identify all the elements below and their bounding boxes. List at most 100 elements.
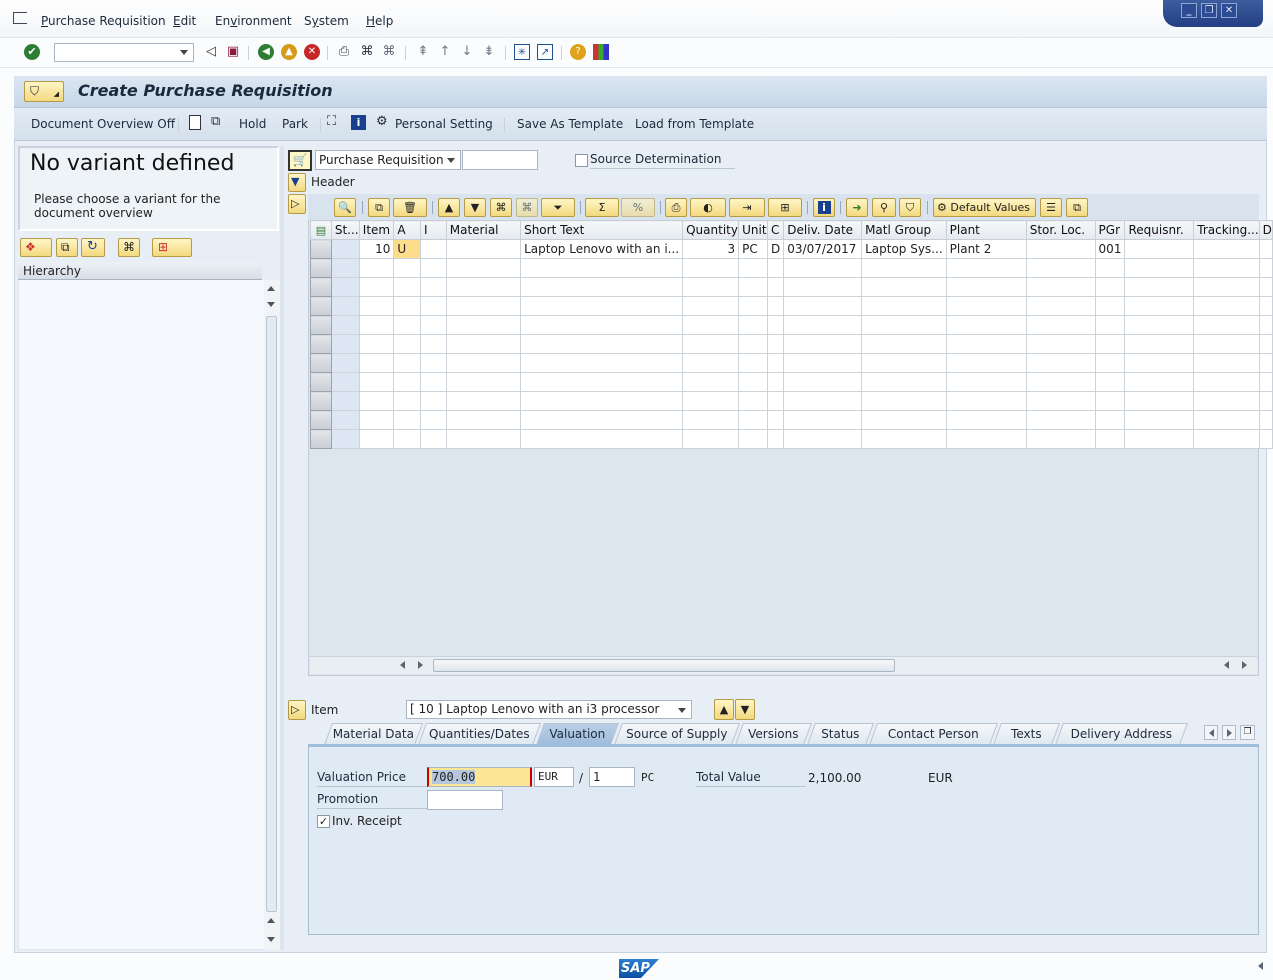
table-cell[interactable] bbox=[1258, 334, 1273, 354]
table-cell[interactable] bbox=[358, 410, 395, 430]
table-cell[interactable] bbox=[945, 296, 1027, 316]
table-cell[interactable] bbox=[445, 353, 522, 373]
row-selector[interactable] bbox=[310, 429, 332, 449]
table-cell[interactable] bbox=[783, 353, 863, 373]
table-cell[interactable] bbox=[1025, 258, 1096, 278]
table-cell[interactable] bbox=[1094, 315, 1126, 335]
table-cell[interactable]: 10 bbox=[358, 239, 395, 259]
tab-list-button[interactable]: ❐ bbox=[1240, 725, 1255, 740]
table-cell[interactable]: 3 bbox=[682, 239, 740, 259]
table-cell[interactable]: Plant 2 bbox=[945, 239, 1027, 259]
table-cell[interactable] bbox=[783, 315, 863, 335]
table-cell[interactable] bbox=[520, 258, 684, 278]
table-cell[interactable] bbox=[1193, 239, 1260, 259]
table-cell[interactable] bbox=[783, 410, 863, 430]
table-cell[interactable] bbox=[445, 296, 522, 316]
row-selector[interactable] bbox=[310, 315, 332, 335]
tab-quantities-dates[interactable]: Quantities/Dates bbox=[417, 723, 542, 745]
table-cell[interactable] bbox=[445, 429, 522, 449]
table-cell[interactable] bbox=[1193, 258, 1260, 278]
table-cell[interactable] bbox=[783, 391, 863, 411]
table-cell[interactable] bbox=[1124, 410, 1195, 430]
load-from-template-button[interactable]: Load from Template bbox=[635, 117, 754, 131]
column-header[interactable]: Quantity bbox=[682, 220, 740, 240]
grid-horizontal-scrollbar[interactable] bbox=[310, 656, 1257, 674]
table-cell[interactable] bbox=[420, 391, 447, 411]
save-as-template-button[interactable]: Save As Template bbox=[517, 117, 623, 131]
column-header[interactable]: Unit bbox=[738, 220, 769, 240]
table-cell[interactable] bbox=[420, 258, 447, 278]
table-cell[interactable] bbox=[738, 277, 769, 297]
table-cell[interactable] bbox=[520, 277, 684, 297]
table-cell[interactable] bbox=[738, 353, 769, 373]
tab-valuation[interactable]: Valuation bbox=[535, 723, 620, 745]
info-button[interactable]: i bbox=[813, 198, 835, 217]
scroll-up-icon[interactable] bbox=[267, 286, 275, 291]
table-cell[interactable] bbox=[1094, 334, 1126, 354]
back-icon[interactable]: ◁ bbox=[203, 44, 219, 60]
table-cell[interactable] bbox=[330, 410, 360, 430]
table-row[interactable] bbox=[310, 372, 1273, 392]
table-cell[interactable]: D bbox=[767, 239, 785, 259]
table-cell[interactable] bbox=[1258, 391, 1273, 411]
table-cell[interactable] bbox=[1025, 410, 1096, 430]
table-cell[interactable] bbox=[1094, 353, 1126, 373]
scroll-thumb[interactable] bbox=[266, 316, 277, 912]
table-cell[interactable] bbox=[1124, 353, 1195, 373]
tab-scroll-right-button[interactable] bbox=[1222, 725, 1236, 740]
table-cell[interactable] bbox=[520, 353, 684, 373]
table-cell[interactable] bbox=[1025, 353, 1096, 373]
table-cell[interactable] bbox=[861, 353, 947, 373]
table-cell[interactable] bbox=[783, 372, 863, 392]
table-cell[interactable] bbox=[520, 391, 684, 411]
table-cell[interactable] bbox=[393, 277, 422, 297]
table-cell[interactable] bbox=[861, 391, 947, 411]
row-selector[interactable] bbox=[310, 296, 332, 316]
table-cell[interactable] bbox=[945, 334, 1027, 354]
table-row[interactable] bbox=[310, 296, 1273, 316]
table-cell[interactable] bbox=[420, 277, 447, 297]
table-cell[interactable] bbox=[1025, 296, 1096, 316]
table-cell[interactable] bbox=[445, 258, 522, 278]
sum-button[interactable]: Σ bbox=[585, 198, 619, 217]
restore-button[interactable]: ❐ bbox=[1201, 3, 1217, 18]
table-cell[interactable] bbox=[1124, 296, 1195, 316]
find-icon[interactable]: ⌘ bbox=[359, 44, 375, 60]
subtotal-button[interactable]: % bbox=[621, 198, 655, 217]
table-cell[interactable] bbox=[767, 258, 785, 278]
table-cell[interactable] bbox=[393, 391, 422, 411]
info-icon[interactable]: i bbox=[351, 115, 366, 130]
table-cell[interactable] bbox=[520, 296, 684, 316]
other-document-icon[interactable]: ⛶ bbox=[327, 114, 336, 129]
table-cell[interactable] bbox=[330, 372, 360, 392]
table-cell[interactable] bbox=[783, 334, 863, 354]
table-cell[interactable] bbox=[682, 391, 740, 411]
column-header[interactable]: St... bbox=[330, 220, 360, 240]
tab-contact-person[interactable]: Contact Person bbox=[868, 723, 999, 745]
scroll-left-icon[interactable] bbox=[400, 661, 405, 669]
table-cell[interactable] bbox=[358, 296, 395, 316]
table-cell[interactable] bbox=[420, 315, 447, 335]
row-selector[interactable] bbox=[310, 334, 332, 354]
default-values-button[interactable]: ⚙ Default Values bbox=[933, 198, 1036, 217]
selection-variant-button[interactable]: ❖ bbox=[20, 238, 52, 257]
table-cell[interactable] bbox=[520, 410, 684, 430]
price-unit-input[interactable]: 1 bbox=[589, 767, 635, 787]
table-cell[interactable] bbox=[861, 410, 947, 430]
hierarchy-column-header[interactable]: Hierarchy bbox=[18, 262, 262, 280]
table-cell[interactable] bbox=[1124, 429, 1195, 449]
table-cell[interactable] bbox=[861, 296, 947, 316]
table-cell[interactable] bbox=[1258, 429, 1273, 449]
table-cell[interactable] bbox=[420, 239, 447, 259]
delete-row-button[interactable]: 🗑 bbox=[393, 198, 427, 217]
menu-system[interactable]: System bbox=[304, 14, 349, 28]
table-cell[interactable] bbox=[738, 391, 769, 411]
table-cell[interactable] bbox=[682, 277, 740, 297]
table-cell[interactable] bbox=[1025, 391, 1096, 411]
scroll-left-icon[interactable] bbox=[1224, 661, 1229, 669]
table-cell[interactable] bbox=[945, 410, 1027, 430]
table-cell[interactable] bbox=[682, 372, 740, 392]
table-cell[interactable] bbox=[1124, 239, 1195, 259]
table-cell[interactable]: U bbox=[393, 239, 422, 259]
table-cell[interactable] bbox=[682, 258, 740, 278]
